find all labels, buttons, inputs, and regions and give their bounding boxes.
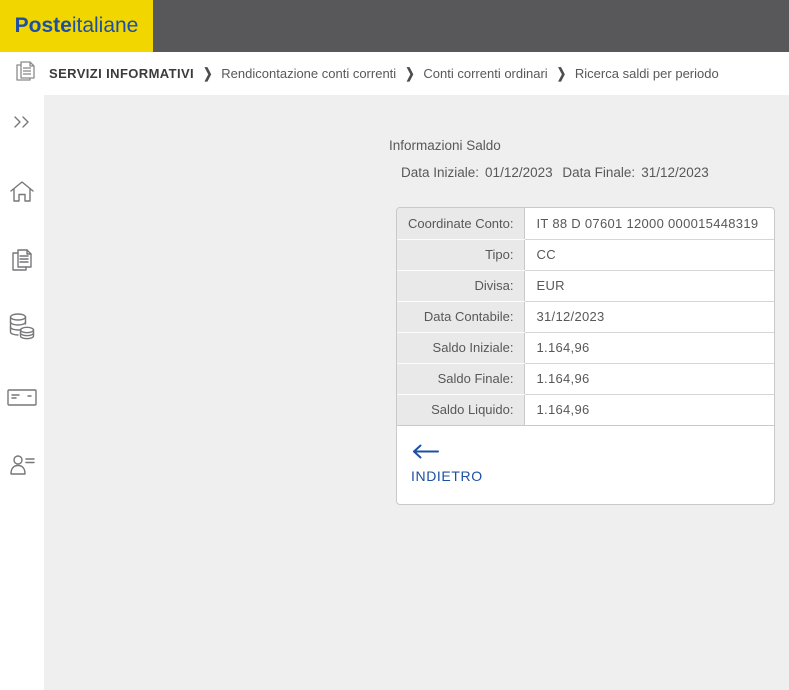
table-row: Saldo Liquido: 1.164,96 xyxy=(397,394,774,426)
sidebar-item-cheque[interactable] xyxy=(6,382,38,412)
section-title: Informazioni Saldo xyxy=(389,138,501,153)
arrow-left-icon xyxy=(411,443,483,465)
saldo-table: Coordinate Conto: IT 88 D 07601 12000 00… xyxy=(397,208,774,426)
breadcrumb-item-rendicontazione[interactable]: Rendicontazione conti correnti xyxy=(221,66,396,81)
logo-text: Posteitaliane xyxy=(15,14,139,38)
table-row: Saldo Iniziale: 1.164,96 xyxy=(397,332,774,364)
breadcrumb-item-ricerca-saldi[interactable]: Ricerca saldi per periodo xyxy=(575,66,719,81)
row-label: Saldo Finale: xyxy=(397,363,525,395)
row-value: IT 88 D 07601 12000 000015448319 xyxy=(524,208,774,240)
breadcrumb-item-conti-ordinari[interactable]: Conti correnti ordinari xyxy=(423,66,547,81)
row-label: Coordinate Conto: xyxy=(397,208,525,240)
table-row: Tipo: CC xyxy=(397,239,774,271)
user-profile-icon xyxy=(10,455,35,475)
table-row: Saldo Finale: 1.164,96 xyxy=(397,363,774,395)
breadcrumb: SERVIZI INFORMATIVI ❯ Rendicontazione co… xyxy=(49,66,719,82)
sidebar-item-accounts[interactable] xyxy=(6,313,38,343)
sidebar-item-documents[interactable] xyxy=(6,246,38,276)
indietro-label: INDIETRO xyxy=(411,467,483,484)
saldo-info-card: Coordinate Conto: IT 88 D 07601 12000 00… xyxy=(396,207,775,505)
date-range: Data Iniziale: 01/12/2023 Data Finale: 31/… xyxy=(401,165,789,180)
data-finale-value: 31/12/2023 xyxy=(641,165,709,180)
breadcrumb-item-servizi-informativi[interactable]: SERVIZI INFORMATIVI xyxy=(49,66,194,81)
logo-text-bold: Poste xyxy=(14,14,72,37)
chevron-right-icon: ❯ xyxy=(405,66,415,82)
table-row: Data Contabile: 31/12/2023 xyxy=(397,301,774,333)
documents-icon xyxy=(13,58,37,89)
indietro-button[interactable]: INDIETRO xyxy=(397,426,497,504)
row-label: Saldo Iniziale: xyxy=(397,332,525,364)
cheque-icon xyxy=(7,389,37,406)
chevron-right-icon: ❯ xyxy=(556,66,566,82)
double-chevron-right-icon xyxy=(14,116,29,128)
logo-text-regular: italiane xyxy=(71,14,139,37)
row-label: Tipo: xyxy=(397,239,525,271)
row-value: EUR xyxy=(524,270,774,302)
row-value: CC xyxy=(524,239,774,271)
sidebar-item-profile[interactable] xyxy=(6,450,38,480)
row-value: 31/12/2023 xyxy=(524,301,774,333)
row-label: Saldo Liquido: xyxy=(397,394,525,426)
chevron-right-icon: ❯ xyxy=(203,66,213,82)
data-iniziale-label: Data Iniziale: xyxy=(401,165,480,180)
documents-icon xyxy=(12,249,32,271)
top-header: Posteitaliane xyxy=(0,0,789,52)
row-value: 1.164,96 xyxy=(524,394,774,426)
breadcrumb-bar: SERVIZI INFORMATIVI ❯ Rendicontazione co… xyxy=(0,52,789,95)
home-icon xyxy=(10,181,34,202)
poste-italiane-logo: Posteitaliane xyxy=(0,0,153,52)
row-label: Data Contabile: xyxy=(397,301,525,333)
table-row: Coordinate Conto: IT 88 D 07601 12000 00… xyxy=(397,208,774,240)
sidebar-item-home[interactable] xyxy=(6,177,38,207)
left-sidebar xyxy=(0,95,44,690)
main-content: Informazioni Saldo Data Iniziale: 01/12/2… xyxy=(44,95,789,690)
data-finale-label: Data Finale: xyxy=(562,165,636,180)
coins-icon xyxy=(9,313,35,340)
expand-sidebar-button[interactable] xyxy=(6,107,38,137)
row-value: 1.164,96 xyxy=(524,332,774,364)
table-row: Divisa: EUR xyxy=(397,270,774,302)
page-body: Informazioni Saldo Data Iniziale: 01/12/2… xyxy=(0,95,789,690)
data-iniziale-value: 01/12/2023 xyxy=(485,165,553,180)
row-value: 1.164,96 xyxy=(524,363,774,395)
row-label: Divisa: xyxy=(397,270,525,302)
